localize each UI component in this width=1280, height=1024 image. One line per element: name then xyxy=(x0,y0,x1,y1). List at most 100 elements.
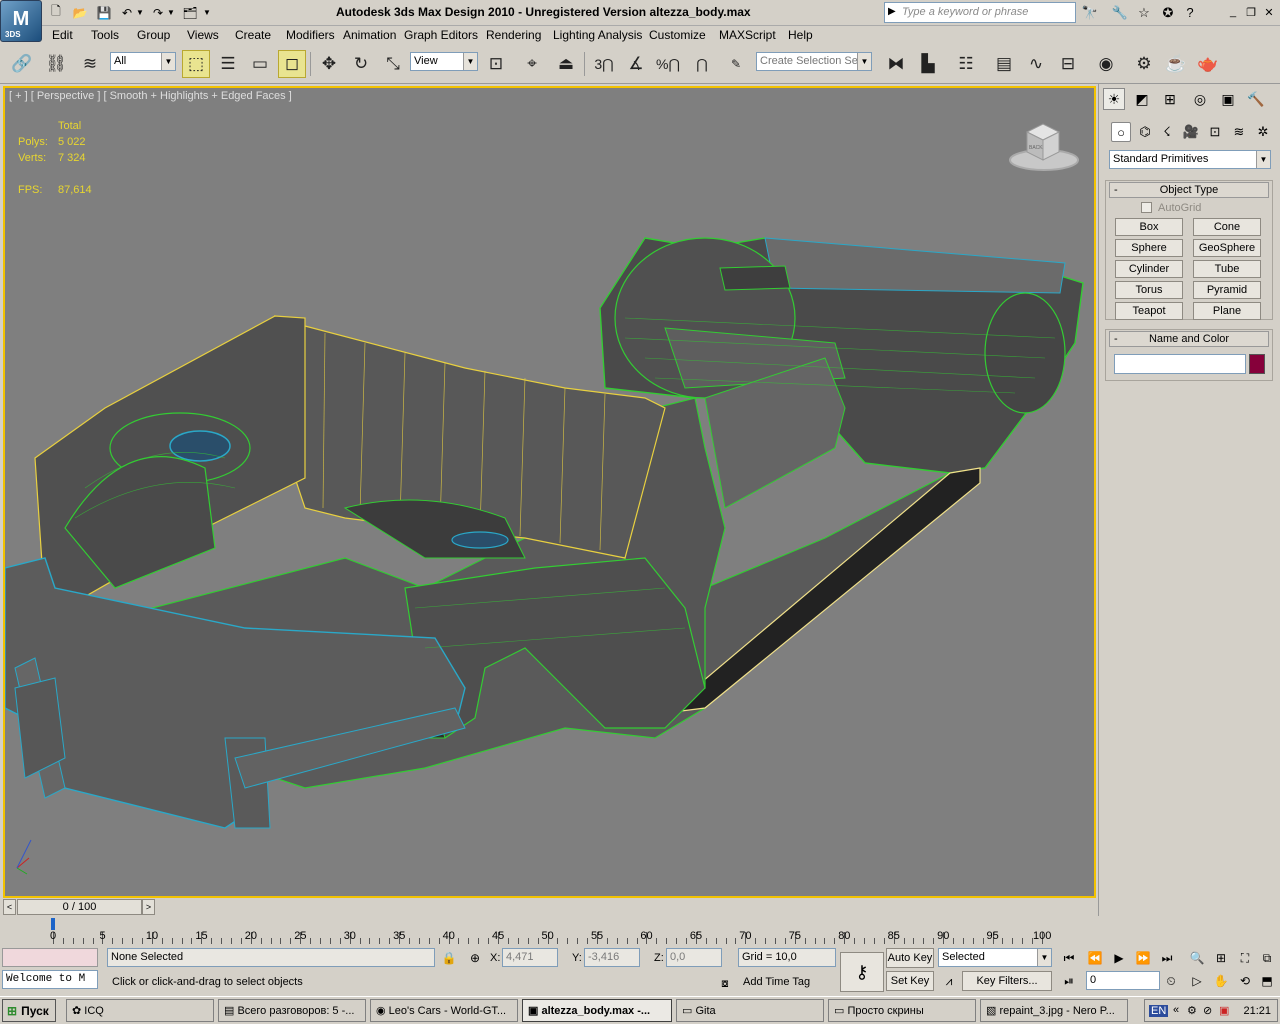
percent-snap-icon[interactable]: % ⋂ xyxy=(654,50,682,78)
rectangular-selection-icon[interactable]: ▭ xyxy=(246,50,274,78)
tray-antivirus-icon[interactable]: ⊘ xyxy=(1203,1004,1212,1017)
menu-tools[interactable]: Tools xyxy=(91,28,119,42)
x-coordinate-field[interactable]: 4,471 xyxy=(502,948,558,967)
redo-dropdown-icon[interactable]: ▼ xyxy=(166,3,176,22)
y-coordinate-field[interactable]: -3,416 xyxy=(584,948,640,967)
reference-coordinate-dropdown[interactable]: View ▼ xyxy=(410,52,478,71)
menu-customize[interactable]: Customize xyxy=(649,28,706,42)
spinner-snap-icon[interactable]: ⋂ xyxy=(688,50,716,78)
pan-view-icon[interactable]: ✋ xyxy=(1210,971,1232,991)
new-file-icon[interactable]: 🗋 xyxy=(46,3,66,22)
track-bar[interactable]: 0 5 10 15 20 25 30 35 40 45 50 55 60 65 70 75 80 85 90 95 10… xyxy=(0,916,1098,944)
start-button[interactable]: ⊞ Пуск xyxy=(2,999,56,1022)
menu-modifiers[interactable]: Modifiers xyxy=(286,28,335,42)
undo-icon[interactable]: ↶ xyxy=(117,3,137,22)
teapot-button[interactable]: Teapot xyxy=(1115,302,1183,320)
help-icon[interactable]: ? xyxy=(1180,3,1200,22)
transform-mode-icon[interactable]: ⊕ xyxy=(464,948,486,968)
current-frame-field[interactable]: 0 xyxy=(1086,971,1160,990)
select-and-link-icon[interactable]: 🔗 xyxy=(8,50,36,78)
unlink-selection-icon[interactable]: ⛓ xyxy=(42,50,70,78)
add-time-tag-button[interactable]: Add Time Tag xyxy=(743,976,810,988)
bind-to-space-warp-icon[interactable]: ≋ xyxy=(76,50,104,78)
menu-animation[interactable]: Animation xyxy=(343,28,396,42)
favorites-icon[interactable]: ✪ xyxy=(1158,3,1178,22)
auto-key-button[interactable]: Auto Key xyxy=(886,948,934,968)
open-file-icon[interactable]: 📂 xyxy=(70,3,90,22)
go-to-start-icon[interactable]: ⏮ xyxy=(1058,948,1080,968)
geosphere-button[interactable]: GeoSphere xyxy=(1193,239,1261,257)
layer-manager-icon[interactable]: ☷ xyxy=(952,50,980,78)
cylinder-button[interactable]: Cylinder xyxy=(1115,260,1183,278)
time-slider-thumb[interactable]: 0 / 100 xyxy=(17,899,142,915)
key-curve-icon[interactable]: ⩘ xyxy=(938,971,960,991)
orbit-icon[interactable]: ⟲ xyxy=(1234,971,1256,991)
snaps-toggle-icon[interactable]: 3 ⋂ xyxy=(590,50,618,78)
menu-help[interactable]: Help xyxy=(788,28,813,42)
select-by-name-icon[interactable]: ☰ xyxy=(214,50,242,78)
angle-snap-icon[interactable]: ∡ xyxy=(622,50,650,78)
tray-app-icon[interactable]: ▣ xyxy=(1219,1004,1229,1017)
task-gita-folder[interactable]: ▭ Gita xyxy=(676,999,824,1022)
play-icon[interactable]: ▶ xyxy=(1108,948,1130,968)
menu-lighting-analysis[interactable]: Lighting Analysis xyxy=(553,28,642,42)
selection-filter-dropdown[interactable]: All ▼ xyxy=(110,52,176,71)
search-input[interactable]: ▶ Type a keyword or phrase xyxy=(884,2,1076,23)
close-icon[interactable]: ✕ xyxy=(1262,5,1276,19)
zoom-icon[interactable]: 🔍 xyxy=(1186,948,1208,968)
tray-network-icon[interactable]: ⚙ xyxy=(1187,1004,1197,1017)
tube-button[interactable]: Tube xyxy=(1193,260,1261,278)
menu-edit[interactable]: Edit xyxy=(52,28,73,42)
next-frame-icon[interactable]: ⏩ xyxy=(1132,948,1154,968)
rendered-frame-window-icon[interactable]: ☕ xyxy=(1162,50,1190,78)
motion-tab-icon[interactable]: ◎ xyxy=(1189,88,1211,110)
previous-frame-icon[interactable]: ⏪ xyxy=(1084,948,1106,968)
app-logo-button[interactable]: M 3DS xyxy=(0,0,42,42)
modify-tab-icon[interactable]: ◩ xyxy=(1131,88,1153,110)
create-tab-icon[interactable]: ☀ xyxy=(1103,88,1125,110)
cone-button[interactable]: Cone xyxy=(1193,218,1261,236)
sphere-button[interactable]: Sphere xyxy=(1115,239,1183,257)
menu-views[interactable]: Views xyxy=(187,28,219,42)
named-selection-sets-input[interactable]: Create Selection Se ▼ xyxy=(756,52,872,71)
minimize-icon[interactable]: _ xyxy=(1226,5,1240,19)
go-to-end-icon[interactable]: ⏭ xyxy=(1156,948,1178,968)
zoom-all-icon[interactable]: ⊞ xyxy=(1210,948,1232,968)
graphite-toolbar-icon[interactable]: ▤ xyxy=(990,50,1018,78)
task-firefox[interactable]: ◉ Leo's Cars - World-GT... xyxy=(370,999,518,1022)
object-color-swatch[interactable] xyxy=(1249,354,1265,374)
perspective-viewport[interactable]: [ + ] [ Perspective ] [ Smooth + Highlig… xyxy=(3,86,1096,898)
cameras-category-icon[interactable]: 🎥 xyxy=(1181,122,1201,142)
task-icq[interactable]: ✿ ICQ xyxy=(66,999,214,1022)
zoom-extents-all-icon[interactable]: ⧉ xyxy=(1256,948,1278,968)
keyboard-shortcut-override-icon[interactable]: ⏏ xyxy=(552,50,580,78)
maximize-viewport-icon[interactable]: ⬒ xyxy=(1256,971,1278,991)
select-and-scale-icon[interactable]: ⤡ xyxy=(379,50,407,78)
key-filters-button[interactable]: Key Filters... xyxy=(962,971,1052,991)
autogrid-checkbox[interactable]: AutoGrid xyxy=(1141,202,1201,214)
pyramid-button[interactable]: Pyramid xyxy=(1193,281,1261,299)
object-name-input[interactable] xyxy=(1114,354,1246,374)
render-production-icon[interactable]: 🫖 xyxy=(1194,50,1222,78)
binoculars-icon[interactable]: 🔭 xyxy=(1080,3,1100,22)
time-tag-icon[interactable]: ⧇ xyxy=(714,973,736,993)
task-3dsmax[interactable]: ▣ altezza_body.max -... xyxy=(522,999,672,1022)
display-tab-icon[interactable]: ▣ xyxy=(1217,88,1239,110)
hierarchy-tab-icon[interactable]: ⊞ xyxy=(1159,88,1181,110)
tools-icon[interactable]: 🔧 xyxy=(1110,3,1130,22)
lights-category-icon[interactable]: ☇ xyxy=(1157,122,1177,142)
name-and-color-rollout-header[interactable]: - Name and Color xyxy=(1109,331,1269,347)
shapes-category-icon[interactable]: ⌬ xyxy=(1135,122,1155,142)
curve-editor-icon[interactable]: ∿ xyxy=(1022,50,1050,78)
edit-named-selection-icon[interactable]: ✎ xyxy=(722,50,750,78)
torus-button[interactable]: Torus xyxy=(1115,281,1183,299)
menu-maxscript[interactable]: MAXScript xyxy=(719,28,776,42)
zoom-extents-icon[interactable]: ⛶ xyxy=(1234,948,1256,968)
project-folder-icon[interactable]: 🗂 xyxy=(180,3,200,22)
select-and-move-icon[interactable]: ✥ xyxy=(315,50,343,78)
mirror-icon[interactable]: ⧓ xyxy=(882,50,910,78)
set-key-button[interactable]: Set Key xyxy=(886,971,934,991)
select-and-manipulate-icon[interactable]: ⌖ xyxy=(518,50,546,78)
star-icon[interactable]: ☆ xyxy=(1134,3,1154,22)
key-mode-toggle-icon[interactable]: ⏯ xyxy=(1058,971,1080,991)
